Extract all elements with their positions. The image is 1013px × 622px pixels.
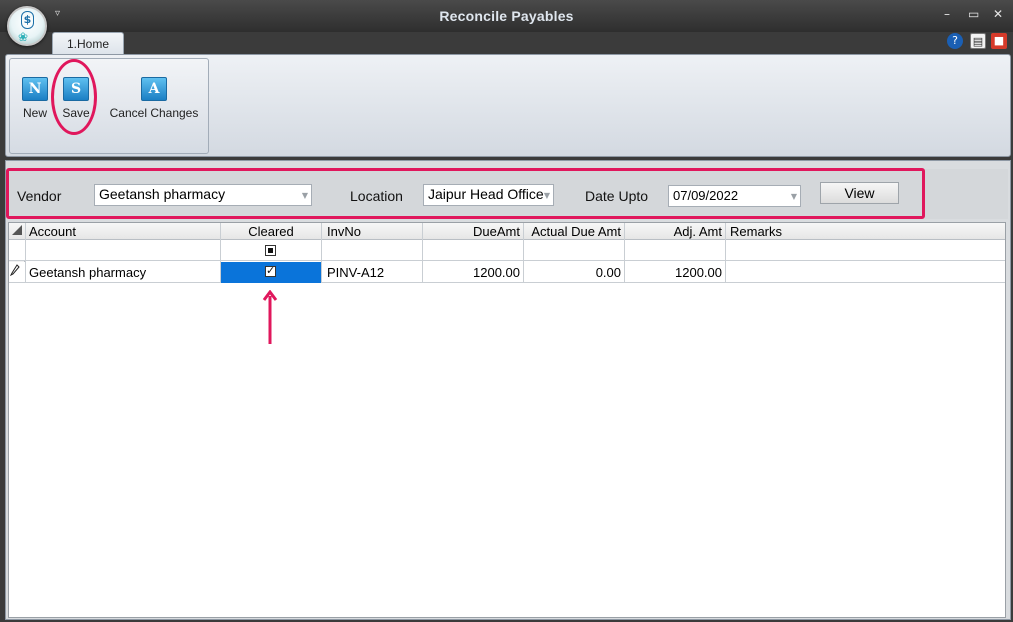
column-header-account[interactable]: Account bbox=[29, 224, 219, 240]
close-button[interactable]: ✕ bbox=[993, 7, 1003, 21]
filter-highlight-annotation bbox=[6, 168, 925, 219]
payables-grid: Account Cleared InvNo DueAmt Actual Due … bbox=[8, 222, 1006, 618]
ribbon-group-actions: N New S Save A Cancel Changes bbox=[9, 58, 209, 154]
cell-actual-due-amt[interactable]: 0.00 bbox=[524, 265, 621, 280]
pdf-icon[interactable]: ■ bbox=[991, 33, 1007, 49]
window-title: Reconcile Payables bbox=[439, 8, 574, 24]
cleared-filter-checkbox[interactable] bbox=[265, 245, 276, 256]
cleared-checkbox[interactable] bbox=[265, 264, 276, 277]
grid-divider bbox=[25, 223, 26, 283]
grid-divider bbox=[321, 223, 322, 283]
dollar-icon: $ bbox=[21, 11, 34, 29]
cancel-changes-button-label: Cancel Changes bbox=[109, 106, 199, 120]
help-icon[interactable]: ? bbox=[947, 33, 963, 49]
cell-invno[interactable]: PINV-A12 bbox=[327, 265, 423, 280]
tab-home[interactable]: 1.Home bbox=[52, 32, 124, 55]
restore-button[interactable]: ▭ bbox=[968, 7, 979, 21]
document-icon[interactable]: ▤ bbox=[970, 33, 986, 49]
grid-divider bbox=[220, 223, 221, 283]
leaf-icon: ❀ bbox=[18, 30, 29, 44]
new-icon: N bbox=[22, 77, 48, 101]
new-button[interactable]: N New bbox=[15, 77, 55, 120]
save-highlight-annotation bbox=[51, 59, 97, 135]
cancel-changes-button[interactable]: A Cancel Changes bbox=[106, 77, 202, 120]
grid-divider bbox=[624, 223, 625, 283]
app-logo[interactable]: $ ❀ bbox=[7, 6, 47, 46]
grid-divider bbox=[523, 223, 524, 283]
minimize-button[interactable]: – bbox=[944, 7, 950, 21]
column-header-invno[interactable]: InvNo bbox=[327, 224, 423, 240]
new-button-label: New bbox=[22, 106, 47, 120]
cancel-changes-icon: A bbox=[141, 77, 167, 101]
grid-header: Account Cleared InvNo DueAmt Actual Due … bbox=[9, 223, 1005, 240]
grid-divider bbox=[725, 223, 726, 283]
select-all-corner-icon[interactable] bbox=[11, 224, 25, 240]
ribbon: N New S Save A Cancel Changes bbox=[5, 54, 1011, 157]
cell-dueamt[interactable]: 1200.00 bbox=[423, 265, 520, 280]
tab-strip: 1.Home bbox=[0, 32, 1013, 55]
table-row[interactable]: Geetansh pharmacy PINV-A12 1200.00 0.00 … bbox=[9, 262, 1005, 283]
arrow-up-annotation bbox=[262, 290, 278, 344]
cell-cleared[interactable] bbox=[221, 262, 321, 283]
title-bar: ▿ Reconcile Payables – ▭ ✕ bbox=[0, 0, 1013, 32]
column-header-dueamt[interactable]: DueAmt bbox=[423, 224, 520, 240]
cell-adj-amt[interactable]: 1200.00 bbox=[625, 265, 722, 280]
column-header-cleared[interactable]: Cleared bbox=[221, 224, 321, 240]
column-header-remarks[interactable]: Remarks bbox=[730, 224, 930, 240]
grid-divider bbox=[422, 223, 423, 283]
column-header-actual-due-amt[interactable]: Actual Due Amt bbox=[524, 224, 621, 240]
filter-row bbox=[9, 240, 1005, 261]
column-header-adj-amt[interactable]: Adj. Amt bbox=[625, 224, 722, 240]
row-edit-pencil-icon bbox=[9, 264, 24, 279]
cell-account[interactable]: Geetansh pharmacy bbox=[29, 265, 219, 280]
